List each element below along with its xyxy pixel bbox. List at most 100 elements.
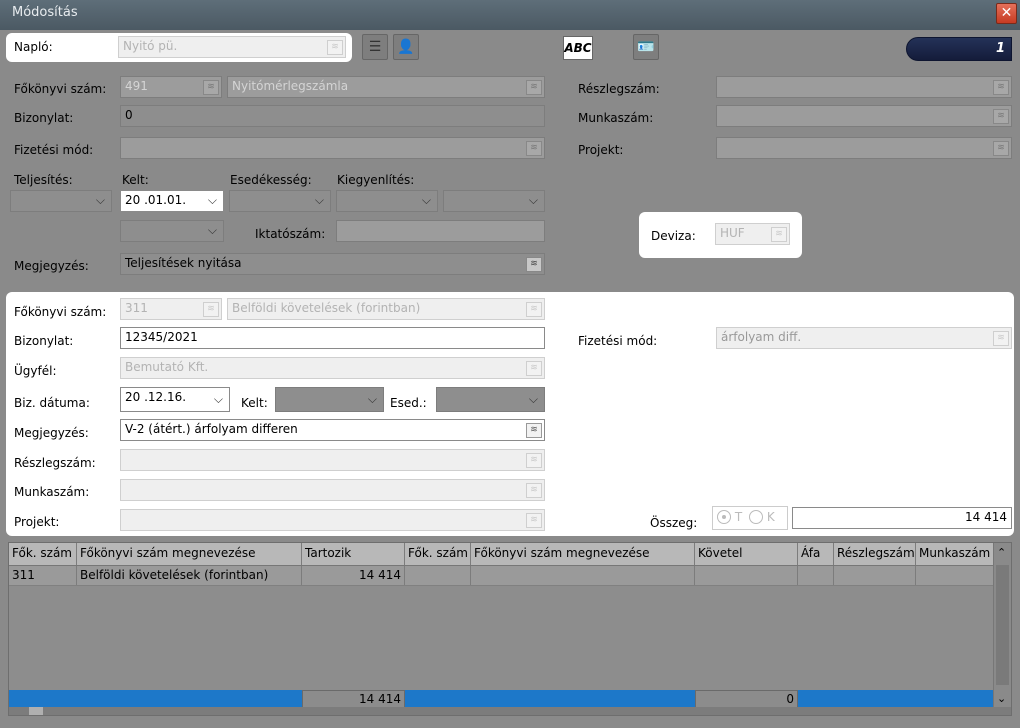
dropdown-icon[interactable]: ≋ [993,331,1009,346]
cell [405,566,471,585]
col-header[interactable]: Áfa [798,543,834,565]
iktatoszam-input[interactable] [336,220,545,242]
naplo-label: Napló: [14,40,53,54]
user-card-icon[interactable]: 🪪 [633,34,659,60]
abc-spellcheck-button[interactable]: ABC [563,36,593,60]
chevron-down-icon[interactable]: ⌵ [208,193,217,208]
dropdown-icon[interactable]: ≋ [526,453,542,468]
list-icon[interactable]: ☰ [362,34,388,60]
dropdown-icon[interactable]: ≋ [993,141,1009,156]
dropdown-icon[interactable]: ≋ [771,227,787,242]
deviza-select[interactable]: HUF ≋ [715,223,790,245]
cell [471,566,695,585]
col-header[interactable]: Főkönyvi szám megnevezése [471,543,695,565]
chevron-up-icon[interactable]: ⌃ [997,546,1006,559]
dropdown-icon[interactable]: ≋ [526,80,542,95]
tartozik-kovetel-radio-group[interactable]: T K [712,506,788,530]
head-reszleg-select[interactable]: ≋ [716,76,1012,98]
head-bizonylat-label: Bizonylat: [14,111,74,125]
esed-date[interactable]: ⌵ [436,387,545,412]
dropdown-icon[interactable]: ≋ [526,257,542,272]
esedekesseg-label: Esedékesség: [230,173,312,187]
dropdown-icon[interactable]: ≋ [526,423,542,438]
line-bizonylat-input[interactable]: 12345/2021 [120,327,545,349]
line-munka-select[interactable]: ≋ [120,479,545,501]
head-projekt-select[interactable]: ≋ [716,137,1012,159]
chevron-down-icon[interactable]: ⌵ [315,193,324,208]
col-header[interactable]: Fők. szám [9,543,77,565]
head-fokonyvi-label: Főkönyvi szám: [14,82,107,96]
line-fokonyvi-num[interactable]: 311 ≋ [120,298,222,320]
cell: 311 [9,566,77,585]
head-fokonyvi-num[interactable]: 491 ≋ [120,76,222,98]
hscroll-thumb[interactable] [29,707,43,715]
dropdown-icon[interactable]: ≋ [526,483,542,498]
head-munka-select[interactable]: ≋ [716,105,1012,127]
person-icon[interactable]: 👤 [393,34,419,60]
dropdown-icon[interactable]: ≋ [526,513,542,528]
line-projekt-select[interactable]: ≋ [120,509,545,531]
col-header[interactable]: Részlegszám [834,543,916,565]
dropdown-icon[interactable]: ≋ [327,40,343,55]
line-projekt-label: Projekt: [14,515,60,529]
line-reszleg-select[interactable]: ≋ [120,449,545,471]
bizdatum-date[interactable]: 20 .12.16. ⌵ [120,387,230,412]
cell [695,566,798,585]
vertical-scrollbar[interactable]: ⌃ ⌄ [993,543,1011,709]
head-munka-label: Munkaszám: [578,111,654,125]
table-row[interactable]: 311 Belföldi követelések (forintban) 14 … [9,566,994,586]
line-fokonyvi-label: Főkönyvi szám: [14,305,107,319]
head-fokonyvi-name[interactable]: Nyitómérlegszámla ≋ [227,76,545,98]
naplo-select[interactable]: Nyitó pü. ≋ [118,36,346,58]
chevron-down-icon[interactable]: ⌵ [529,392,538,407]
col-header[interactable]: Főkönyvi szám megnevezése [77,543,302,565]
kelt-date[interactable]: 20 .01.01. ⌵ [120,190,224,212]
horizontal-scrollbar[interactable] [9,707,1011,715]
col-header[interactable]: Tartozik [302,543,405,565]
cell: Belföldi követelések (forintban) [77,566,302,585]
col-header[interactable]: Munkaszám [916,543,994,565]
second-date[interactable]: ⌵ [120,220,224,242]
radio-t[interactable] [717,510,731,524]
scroll-thumb[interactable] [996,565,1009,685]
kiegyenlites-date[interactable]: ⌵ [336,190,438,212]
dropdown-icon[interactable]: ≋ [526,361,542,376]
chevron-down-icon[interactable]: ⌵ [96,193,105,208]
radio-k[interactable] [749,510,763,524]
extra-date[interactable]: ⌵ [443,190,545,212]
line-kelt-date[interactable]: ⌵ [275,387,384,412]
head-bizonylat-input[interactable]: 0 [120,105,545,127]
chevron-down-icon[interactable]: ⌵ [422,193,431,208]
chevron-down-icon[interactable]: ⌵ [208,223,217,238]
ugyfel-select[interactable]: Bemutató Kft. ≋ [120,357,545,379]
line-fokonyvi-name[interactable]: Belföldi követelések (forintban) ≋ [227,298,545,320]
iktatoszam-label: Iktatószám: [255,227,326,241]
col-header[interactable]: Fők. szám [405,543,471,565]
ledger-grid: Fők. szám Főkönyvi szám megnevezése Tart… [8,542,1012,716]
line-fizetesi-select[interactable]: árfolyam diff. ≋ [716,327,1012,349]
chevron-down-icon[interactable]: ⌄ [997,692,1006,705]
dropdown-icon[interactable]: ≋ [203,302,219,317]
osszeg-input[interactable]: 14 414 [792,507,1012,529]
chevron-down-icon[interactable]: ⌵ [368,392,377,407]
line-megjegyzes-select[interactable]: V-2 (átért.) árfolyam differen ≋ [120,419,545,441]
dropdown-icon[interactable]: ≋ [203,80,219,95]
col-header[interactable]: Követel [695,543,798,565]
head-fizetesi-label: Fizetési mód: [14,143,94,157]
ugyfel-label: Ügyfél: [14,364,57,378]
window-title: Módosítás [12,5,78,20]
line-munka-label: Munkaszám: [14,485,90,499]
head-megjegyzes-select[interactable]: Teljesítések nyitása ≋ [120,253,545,275]
teljesites-date[interactable]: ⌵ [10,190,112,212]
chevron-down-icon[interactable]: ⌵ [529,193,538,208]
head-fizetesi-select[interactable]: ≋ [120,137,545,159]
chevron-down-icon[interactable]: ⌵ [214,392,223,407]
esedekesseg-date[interactable]: ⌵ [229,190,331,212]
dropdown-icon[interactable]: ≋ [526,141,542,156]
dropdown-icon[interactable]: ≋ [526,302,542,317]
teljesites-label: Teljesítés: [14,173,73,187]
close-button[interactable]: ✕ [996,3,1017,24]
dropdown-icon[interactable]: ≋ [993,80,1009,95]
dropdown-icon[interactable]: ≋ [993,109,1009,124]
line-reszleg-label: Részlegszám: [14,456,96,470]
